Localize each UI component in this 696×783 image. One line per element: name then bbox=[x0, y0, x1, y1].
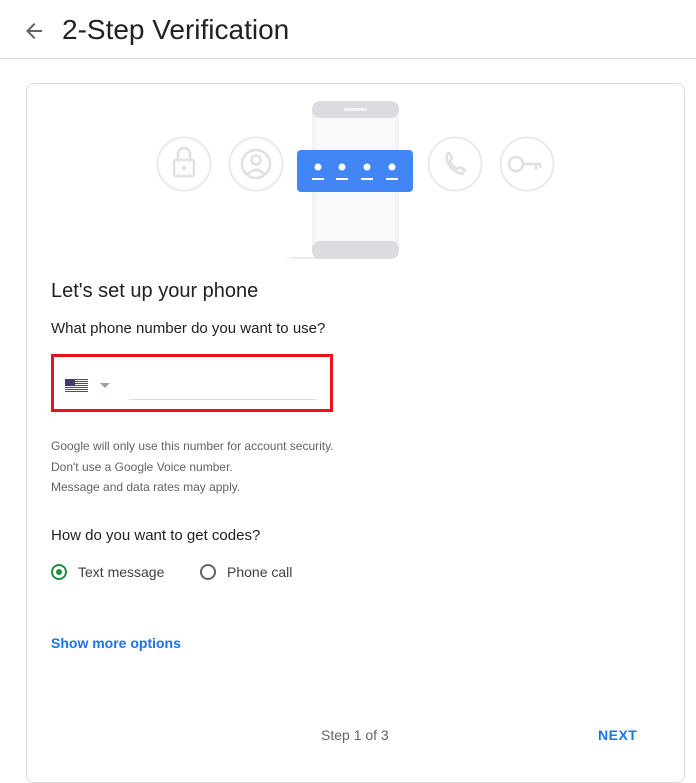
phone-question: What phone number do you want to use? bbox=[51, 320, 326, 337]
section-heading: Let's set up your phone bbox=[51, 280, 259, 302]
next-button[interactable]: NEXT bbox=[598, 727, 637, 743]
note-line: Don't use a Google Voice number. bbox=[51, 459, 233, 474]
radio-button-selected[interactable] bbox=[51, 564, 67, 580]
country-dropdown-chevron-icon[interactable] bbox=[100, 383, 110, 388]
key-icon bbox=[499, 136, 555, 192]
page-title: 2-Step Verification bbox=[62, 14, 290, 45]
note-line: Google will only use this number for acc… bbox=[51, 439, 334, 453]
phone-input[interactable] bbox=[129, 371, 317, 400]
step-indicator: Step 1 of 3 bbox=[321, 727, 389, 743]
radio-button[interactable] bbox=[200, 564, 216, 580]
illustration bbox=[156, 101, 555, 259]
password-dots-icon bbox=[297, 150, 413, 192]
radio-label: Text message bbox=[78, 564, 165, 580]
radio-phone-call[interactable]: Phone call bbox=[200, 564, 292, 580]
radio-label: Phone call bbox=[227, 564, 293, 580]
radio-text-message[interactable]: Text message bbox=[51, 564, 164, 580]
setup-card: Let's set up your phone What phone numbe… bbox=[26, 83, 685, 783]
account-circle-icon bbox=[228, 136, 284, 192]
show-more-options-link[interactable]: Show more options bbox=[51, 635, 181, 651]
us-flag-icon[interactable] bbox=[65, 379, 88, 392]
phone-icon bbox=[427, 136, 483, 192]
phone-notes: Google will only use this number for acc… bbox=[51, 436, 334, 498]
lock-icon bbox=[156, 136, 212, 192]
phone-number-field bbox=[51, 354, 333, 412]
app-header: 2-Step Verification bbox=[0, 0, 696, 59]
arrow-back-icon[interactable] bbox=[22, 19, 46, 43]
note-line: Message and data rates may apply. bbox=[51, 480, 241, 494]
codes-question: How do you want to get codes? bbox=[51, 527, 261, 544]
